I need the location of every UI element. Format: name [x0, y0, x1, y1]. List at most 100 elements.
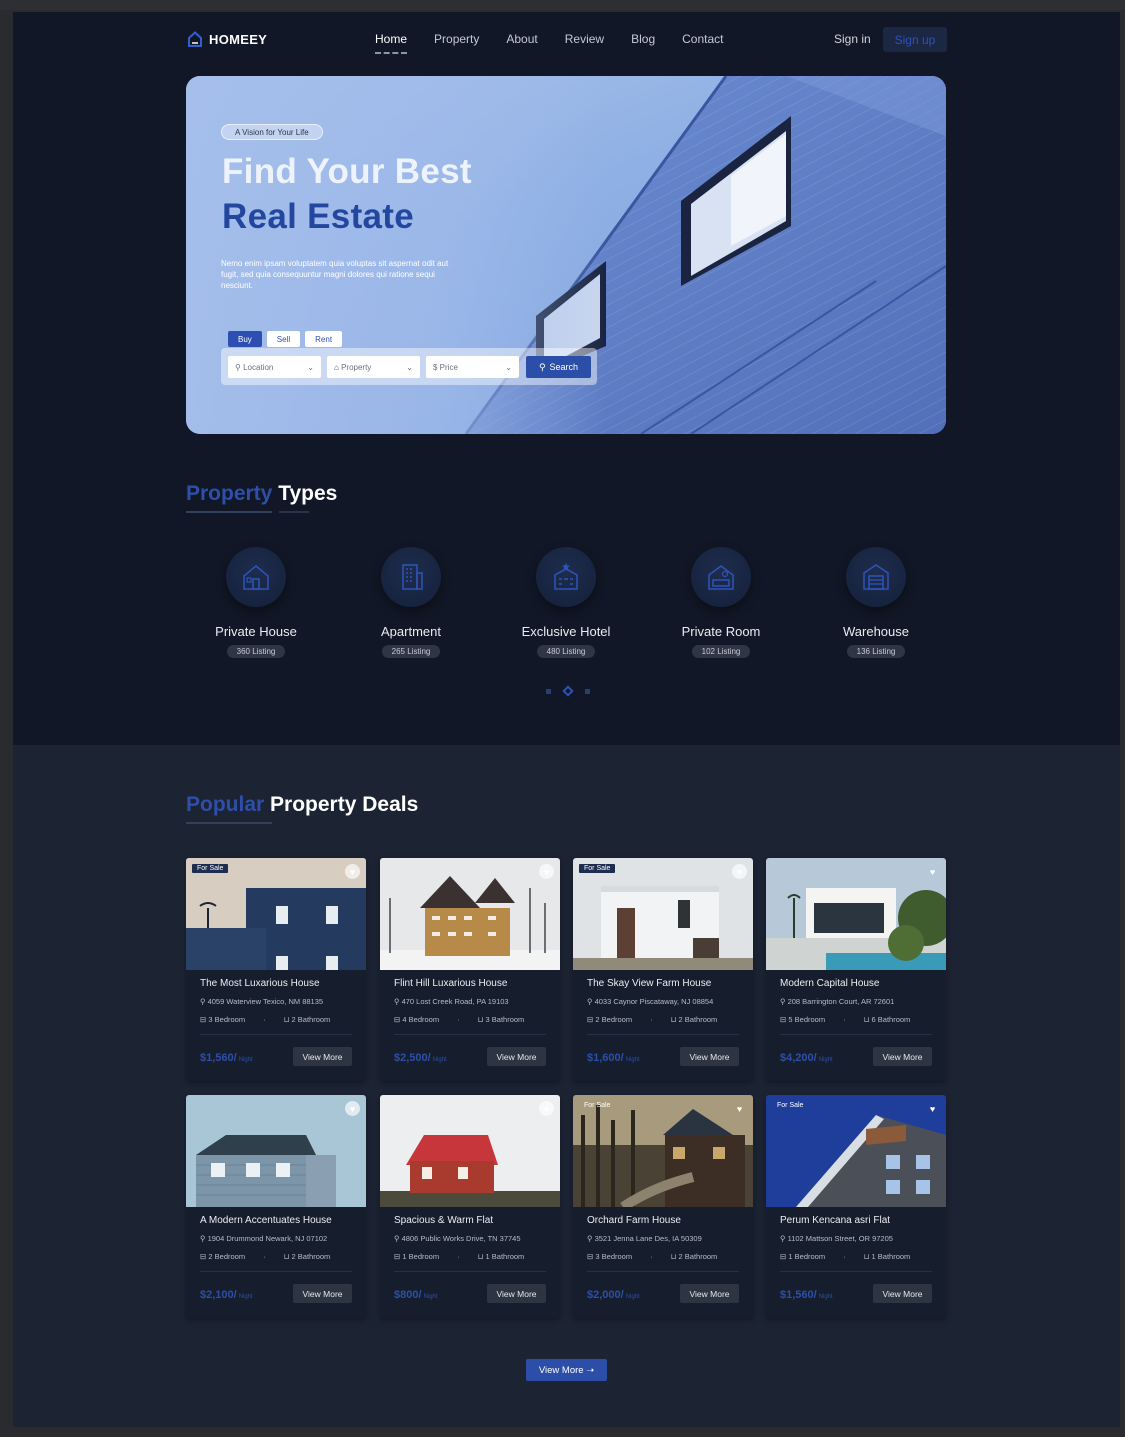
bath-icon: ⊔ [283, 1015, 290, 1024]
property-card[interactable]: For Sale ♥ The Skay View Farm House ⚲ 40… [573, 858, 753, 1081]
main-nav: Home Property About Review Blog Contact [375, 32, 750, 54]
brand-logo[interactable]: HOMEEY [187, 30, 267, 48]
property-card[interactable]: ♥ A Modern Accentuates House ⚲ 1904 Drum… [186, 1095, 366, 1318]
card-address: ⚲ 4033 Caynor Piscataway, NJ 08854 [587, 997, 713, 1006]
favorite-heart-icon[interactable]: ♥ [925, 1101, 940, 1116]
carousel-dot-active[interactable] [562, 685, 574, 697]
bath-icon: ⊔ [863, 1252, 870, 1261]
favorite-heart-icon[interactable]: ♥ [925, 864, 940, 879]
property-card[interactable]: ♥ Flint Hill Luxarious House ⚲ 470 Lost … [380, 858, 560, 1081]
bed-icon: ⊟ [394, 1252, 401, 1261]
type-warehouse[interactable]: Warehouse 136 Listing [811, 547, 941, 659]
view-more-button[interactable]: View More [680, 1284, 739, 1303]
bathrooms: 1 Bathroom [485, 1252, 525, 1261]
nav-blog[interactable]: Blog [631, 32, 655, 46]
tab-rent[interactable]: Rent [305, 331, 343, 347]
type-private-house[interactable]: Private House 360 Listing [191, 547, 321, 659]
view-more-button[interactable]: View More [487, 1284, 546, 1303]
price-unit: Night [432, 1057, 447, 1063]
property-photo [380, 858, 560, 970]
location-pin-icon: ⚲ [200, 997, 208, 1006]
property-photo [766, 858, 946, 970]
card-price: $2,500/Night [394, 1052, 447, 1064]
type-apartment[interactable]: Apartment 265 Listing [346, 547, 476, 659]
carousel-dot[interactable] [585, 688, 590, 694]
card-features: ⊟ 1 Bedroom · ⊔ 1 Bathroom [780, 1252, 910, 1261]
type-exclusive-hotel[interactable]: Exclusive Hotel 480 Listing [501, 547, 631, 659]
nav-property[interactable]: Property [434, 32, 479, 46]
location-select[interactable]: ⚲ Location ⌄ [228, 356, 321, 378]
property-card[interactable]: For Sale ♥ The Most Luxarious House ⚲ 40… [186, 858, 366, 1081]
favorite-heart-icon[interactable]: ♥ [539, 1101, 554, 1116]
property-photo [380, 1095, 560, 1207]
property-photo [186, 858, 366, 970]
favorite-heart-icon[interactable]: ♥ [345, 864, 360, 879]
deals-title-blue: Popular [186, 793, 265, 816]
nav-about[interactable]: About [506, 32, 537, 46]
card-features: ⊟ 2 Bedroom · ⊔ 2 Bathroom [200, 1252, 330, 1261]
price-unit: Night [423, 1294, 438, 1300]
property-photo [573, 1095, 753, 1207]
card-price: $1,600/Night [587, 1052, 640, 1064]
address-text: 470 Lost Creek Road, PA 19103 [401, 997, 509, 1006]
location-pin-icon: ⚲ [780, 1234, 788, 1243]
bathrooms: 2 Bathroom [291, 1015, 331, 1024]
address-text: 4806 Public Works Drive, TN 37745 [401, 1234, 521, 1243]
price-value: $4,200/ [780, 1052, 817, 1064]
signup-button[interactable]: Sign up [883, 27, 947, 52]
location-pin-icon: ⚲ [780, 997, 788, 1006]
for-sale-badge: For Sale [777, 1102, 804, 1109]
favorite-heart-icon[interactable]: ♥ [539, 864, 554, 879]
bed-icon: ⊟ [200, 1252, 207, 1261]
dot-separator: · [263, 1015, 266, 1024]
nav-home[interactable]: Home [375, 32, 408, 54]
favorite-heart-icon[interactable]: ♥ [345, 1101, 360, 1116]
types-title-blue: Property [186, 482, 273, 505]
nav-review[interactable]: Review [565, 32, 604, 46]
property-photo [766, 1095, 946, 1207]
carousel-dot[interactable] [546, 688, 551, 694]
bed-icon: ⊟ [394, 1015, 401, 1024]
property-card[interactable]: ♥ Spacious & Warm Flat ⚲ 4806 Public Wor… [380, 1095, 560, 1318]
view-more-button[interactable]: View More [293, 1047, 352, 1066]
deals-section-title: Popular Property Deals [186, 793, 418, 817]
address-text: 1904 Drummond Newark, NJ 07102 [207, 1234, 328, 1243]
house-icon [226, 547, 286, 607]
nav-contact[interactable]: Contact [682, 32, 723, 46]
card-title: The Skay View Farm House [587, 978, 712, 989]
card-address: ⚲ 4806 Public Works Drive, TN 37745 [394, 1234, 521, 1243]
for-sale-badge: For Sale [579, 864, 616, 873]
signin-link[interactable]: Sign in [834, 32, 871, 46]
favorite-heart-icon[interactable]: ♥ [732, 864, 747, 879]
price-unit: Night [818, 1057, 833, 1063]
view-more-all-button[interactable]: View More ➝ [526, 1359, 607, 1381]
price-value: $1,560/ [200, 1052, 237, 1064]
search-button[interactable]: ⚲ Search [526, 356, 591, 378]
home-logo-icon [188, 31, 202, 47]
location-pin-icon: ⚲ [394, 1234, 402, 1243]
card-divider [587, 1034, 739, 1035]
price-unit: Night [238, 1294, 253, 1300]
bed-icon: ⊟ [780, 1252, 787, 1261]
favorite-heart-icon[interactable]: ♥ [732, 1101, 747, 1116]
property-card[interactable]: For Sale ♥ Perum Kencana asri Flat ⚲ 110… [766, 1095, 946, 1318]
hero-banner: A Vision for Your Life Find Your Best Re… [186, 76, 946, 434]
view-more-button[interactable]: View More [293, 1284, 352, 1303]
type-private-room[interactable]: Private Room 102 Listing [656, 547, 786, 659]
price-value: $1,600/ [587, 1052, 624, 1064]
view-more-button[interactable]: View More [487, 1047, 546, 1066]
property-select[interactable]: ⌂ Property ⌄ [327, 356, 420, 378]
tab-sell[interactable]: Sell [266, 331, 301, 347]
property-card[interactable]: For Sale ♥ Orchard Farm House ⚲ 3521 Jen… [573, 1095, 753, 1318]
deals-title-white: Property Deals [270, 793, 419, 816]
tab-buy[interactable]: Buy [228, 331, 262, 347]
view-more-button[interactable]: View More [873, 1284, 932, 1303]
bathrooms: 6 Bathroom [871, 1015, 911, 1024]
view-more-button[interactable]: View More [873, 1047, 932, 1066]
property-card[interactable]: ♥ Modern Capital House ⚲ 208 Barrington … [766, 858, 946, 1081]
view-more-button[interactable]: View More [680, 1047, 739, 1066]
bath-icon: ⊔ [283, 1252, 290, 1261]
card-divider [780, 1271, 932, 1272]
for-sale-badge: For Sale [192, 864, 229, 873]
price-select[interactable]: $ Price ⌄ [426, 356, 519, 378]
